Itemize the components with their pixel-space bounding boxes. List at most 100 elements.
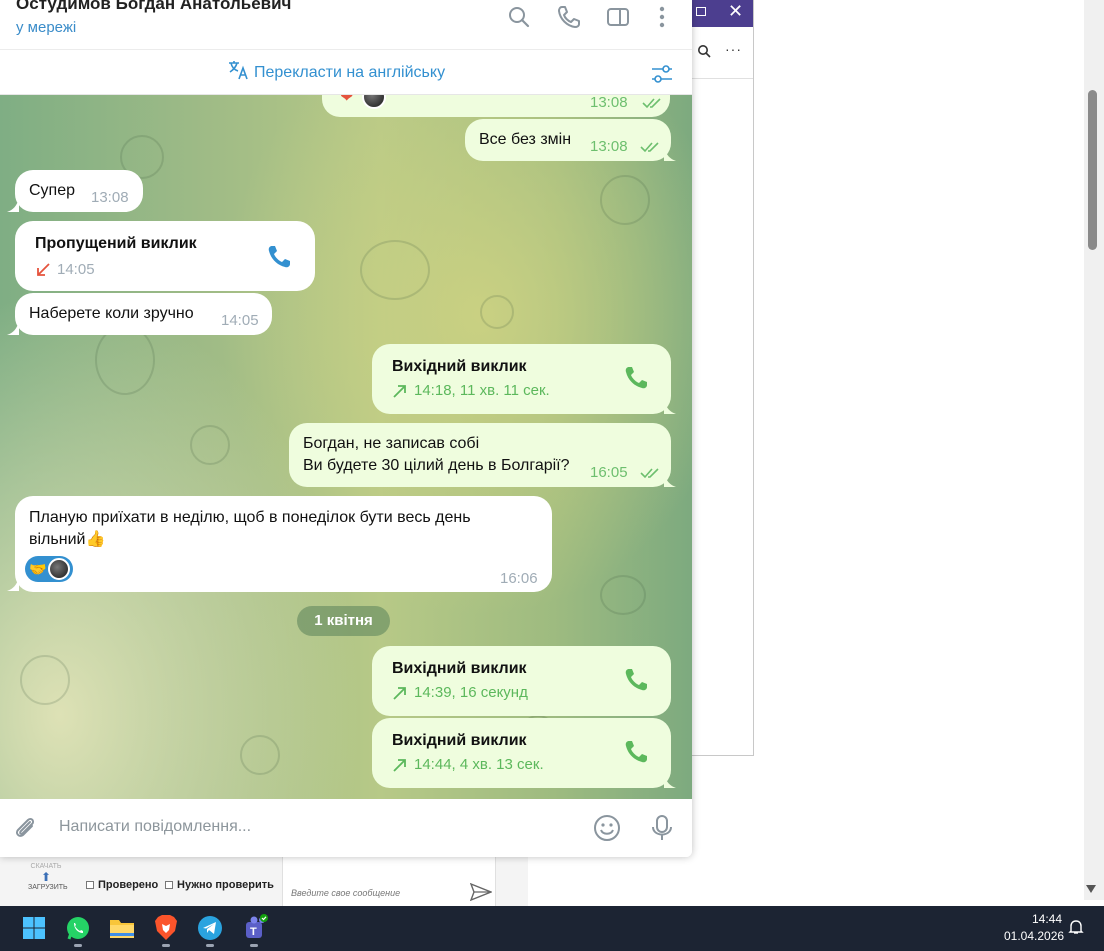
background-window-titlebar: ✕ — [691, 0, 753, 27]
outgoing-call-bubble[interactable]: Вихідний виклик 14:39, 16 секунд — [372, 646, 671, 716]
call-again-icon[interactable] — [622, 666, 650, 694]
call-back-icon[interactable] — [265, 243, 293, 271]
message-bubble-incoming[interactable]: Супер 13:08 — [15, 170, 143, 212]
upload-button[interactable]: СКАЧАТЬ ⬆ ЗАГРУЗИТЬ — [28, 863, 68, 891]
message-bubble-outgoing[interactable]: Богдан, не записав собі Ви будете 30 ціл… — [289, 423, 671, 487]
bubble-tail — [664, 774, 676, 788]
translate-settings-icon[interactable] — [650, 62, 674, 86]
running-indicator — [74, 944, 82, 947]
windows-start-icon[interactable] — [18, 912, 50, 944]
message-input[interactable]: Написати повідомлення... — [59, 818, 251, 836]
checkbox-needs-check-label: Нужно проверить — [177, 879, 274, 891]
call-title: Пропущений виклик — [35, 235, 197, 252]
call-meta: 14:39, 16 секунд — [392, 682, 528, 704]
outgoing-call-bubble[interactable]: Вихідний виклик 14:44, 4 хв. 13 сек. — [372, 718, 671, 788]
bubble-tail — [7, 577, 19, 591]
call-title: Вихідний виклик — [392, 732, 527, 749]
outgoing-call-arrow-icon — [393, 385, 406, 398]
background-window-toolbar: ··· — [691, 27, 753, 79]
handshake-reaction-icon: 🤝 — [29, 561, 47, 577]
outgoing-call-bubble[interactable]: Вихідний виклик 14:18, 11 хв. 11 сек. — [372, 344, 671, 414]
running-indicator — [250, 944, 258, 947]
message-bubble-outgoing[interactable]: Все без змін 13:08 — [465, 119, 671, 161]
notification-icon[interactable] — [1068, 919, 1084, 935]
call-time: 14:39, 16 секунд — [414, 684, 528, 701]
contact-name[interactable]: Остудимов Богдан Анатольевич — [16, 0, 291, 14]
cloud-doodle — [190, 425, 230, 465]
face-doodle — [360, 240, 430, 300]
search-icon[interactable] — [506, 4, 532, 30]
cat-doodle — [600, 175, 650, 225]
message-text-line: Богдан, не записав собі — [303, 435, 480, 452]
call-meta: 14:44, 4 хв. 13 сек. — [392, 754, 544, 776]
checkbox-needs-check[interactable]: Нужно проверить — [165, 879, 274, 891]
maximize-icon[interactable] — [696, 7, 706, 16]
call-again-icon[interactable] — [622, 364, 650, 392]
taskbar-time[interactable]: 14:44 — [1032, 912, 1062, 926]
call-meta: 14:05 — [35, 259, 95, 281]
outgoing-call-arrow-icon — [393, 759, 406, 772]
bubble-tail — [664, 473, 676, 487]
taskbar-date[interactable]: 01.04.2026 — [1004, 929, 1064, 943]
date-separator: 1 квітня — [297, 606, 390, 636]
checkbox-verified-label: Проверено — [98, 879, 159, 891]
message-time: 16:06 — [500, 570, 538, 587]
brave-browser-icon[interactable] — [150, 912, 182, 947]
reaction-avatar — [48, 558, 71, 580]
whatsapp-icon[interactable] — [62, 912, 94, 947]
chat-header[interactable]: Остудимов Богдан Анатольевич у мережі — [0, 0, 692, 50]
chat-history[interactable]: ❤ 13:08 Все без змін 13:08 Супер 13:08 П… — [0, 95, 692, 799]
close-icon[interactable]: ✕ — [728, 1, 743, 22]
message-time: 16:05 — [590, 464, 628, 481]
reaction-pill[interactable]: 🤝 — [25, 556, 74, 582]
translate-label: Перекласти на англійську — [254, 63, 446, 81]
message-time: 13:08 — [590, 138, 628, 155]
telegram-icon[interactable] — [194, 912, 226, 947]
file-explorer-icon[interactable] — [106, 912, 138, 944]
page-scrollbar-thumb[interactable] — [1088, 90, 1097, 250]
emoji-icon[interactable] — [592, 813, 622, 843]
running-indicator — [162, 944, 170, 947]
message-bubble-incoming[interactable]: Наберете коли зручно 14:05 — [15, 293, 272, 335]
message-composer[interactable]: Написати повідомлення... — [0, 799, 692, 857]
message-text: Все без змін — [479, 131, 572, 148]
message-bubble-outgoing[interactable]: ❤ 13:08 — [322, 95, 670, 117]
more-horizontal-icon[interactable]: ··· — [725, 41, 742, 57]
checkbox-box[interactable] — [86, 881, 94, 889]
bubble-tail — [664, 400, 676, 414]
bubble-tail — [7, 321, 19, 335]
message-bubble-incoming[interactable]: Планую приїхати в неділю, щоб в понеділо… — [15, 496, 552, 592]
teams-icon[interactable]: T — [238, 912, 270, 947]
message-text-line: Планую приїхати в неділю, щоб в понеділо… — [29, 509, 471, 526]
call-title: Вихідний виклик — [392, 358, 527, 375]
translate-button[interactable]: Перекласти на англійську — [228, 60, 445, 85]
translate-bar: Перекласти на англійську — [0, 50, 692, 95]
checkbox-box[interactable] — [165, 881, 173, 889]
call-title: Вихідний виклик — [392, 660, 527, 677]
attach-icon[interactable] — [10, 813, 40, 843]
microphone-icon[interactable] — [647, 813, 677, 843]
flower-doodle — [240, 735, 280, 775]
send-icon[interactable] — [469, 882, 493, 906]
download-caption: СКАЧАТЬ — [30, 863, 62, 870]
more-vertical-icon[interactable] — [649, 4, 675, 30]
phone-icon[interactable] — [556, 4, 582, 30]
message-reactions[interactable]: 🤝 — [25, 556, 74, 582]
taskbar: T 14:44 01.04.2026 — [0, 906, 1104, 951]
read-ticks-icon — [642, 98, 661, 109]
call-again-icon[interactable] — [622, 738, 650, 766]
scroll-down-arrow-icon[interactable] — [1086, 885, 1096, 893]
checkbox-verified[interactable]: Проверено — [86, 879, 158, 891]
bubble-tail — [7, 198, 19, 212]
missed-call-bubble[interactable]: Пропущений виклик 14:05 — [15, 221, 315, 291]
outgoing-call-arrow-icon — [393, 687, 406, 700]
message-time: 13:08 — [91, 189, 129, 206]
search-icon[interactable] — [697, 44, 711, 61]
background-message-placeholder: Введите свое сообщение — [291, 888, 401, 898]
heart-reaction-icon[interactable]: ❤ — [340, 95, 353, 109]
upload-icon: ⬆ — [40, 870, 52, 884]
message-text-line: Ви будете 30 цілий день в Болгарії? — [303, 457, 570, 474]
background-message-input[interactable]: Введите свое сообщение — [282, 857, 496, 907]
gift-doodle — [600, 575, 646, 615]
sidebar-toggle-icon[interactable] — [605, 4, 631, 30]
